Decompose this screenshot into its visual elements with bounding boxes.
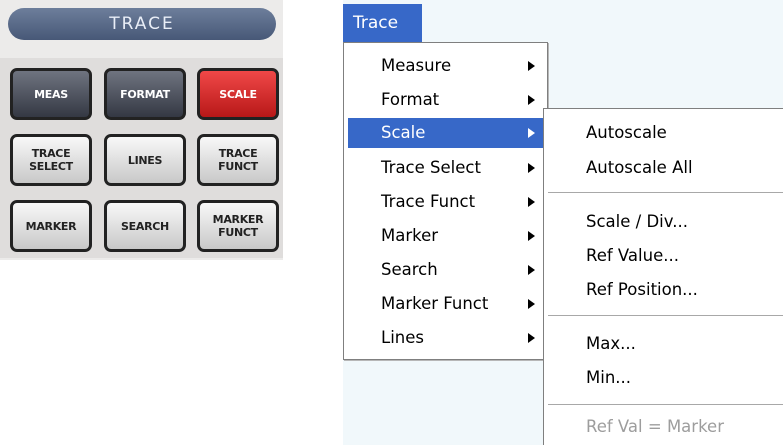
menu-item-max[interactable]: Max... [548,329,779,359]
menu-item-label: Lines [381,328,424,347]
menu-item-format[interactable]: Format [348,85,543,115]
trace-funct-key[interactable]: TRACE FUNCT [197,134,279,186]
scale-submenu: Autoscale Autoscale All Scale / Div... R… [543,108,783,445]
trace-key-grid: MEAS FORMAT SCALE TRACE SELECT LINES TRA… [0,58,283,258]
menu-item-label: Search [381,260,438,279]
menu-item-label: Marker Funct [381,294,489,313]
submenu-arrow-icon [528,333,535,343]
menu-item-scale-div[interactable]: Scale / Div... [548,207,779,237]
menu-item-marker[interactable]: Marker [348,221,543,251]
trace-menu: Measure Format Scale Trace Select Trace … [343,42,548,360]
menu-item-autoscale-all[interactable]: Autoscale All [548,153,779,183]
lines-key[interactable]: LINES [104,134,186,186]
menu-separator [548,404,783,406]
menu-separator [548,315,783,317]
menu-item-autoscale[interactable]: Autoscale [548,118,779,148]
menu-item-label: Trace Funct [381,192,476,211]
menu-item-trace-select[interactable]: Trace Select [348,153,543,183]
menu-item-label: Scale [381,123,426,142]
menu-item-ref-position[interactable]: Ref Position... [548,275,779,305]
meas-key[interactable]: MEAS [10,68,92,120]
submenu-arrow-icon [528,265,535,275]
trace-select-key[interactable]: TRACE SELECT [10,134,92,186]
menu-item-min[interactable]: Min... [548,363,779,393]
search-key[interactable]: SEARCH [104,200,186,252]
submenu-arrow-icon [528,128,535,138]
submenu-arrow-icon [528,95,535,105]
submenu-arrow-icon [528,163,535,173]
menu-item-trace-funct[interactable]: Trace Funct [348,187,543,217]
menu-item-label: Marker [381,226,439,245]
menu-item-label: Trace Select [381,158,481,177]
marker-key[interactable]: MARKER [10,200,92,252]
format-key[interactable]: FORMAT [104,68,186,120]
submenu-arrow-icon [528,197,535,207]
menu-separator [548,192,783,194]
menu-item-ref-val-marker: Ref Val = Marker [586,417,724,436]
menu-item-measure[interactable]: Measure [348,51,543,81]
menu-item-label: Format [381,90,440,109]
menu-item-scale[interactable]: Scale [348,118,543,148]
trace-panel-title: TRACE [8,8,276,40]
menu-item-lines[interactable]: Lines [348,323,543,353]
scale-key[interactable]: SCALE [197,68,279,120]
menu-item-label: Measure [381,56,452,75]
trace-key-panel: TRACE MEAS FORMAT SCALE TRACE SELECT LIN… [0,0,283,260]
submenu-arrow-icon [528,61,535,71]
menu-item-ref-value[interactable]: Ref Value... [548,241,779,271]
submenu-arrow-icon [528,299,535,309]
trace-menu-title[interactable]: Trace [343,4,422,42]
menu-item-marker-funct[interactable]: Marker Funct [348,289,543,319]
marker-funct-key[interactable]: MARKER FUNCT [197,200,279,252]
submenu-arrow-icon [528,231,535,241]
menu-item-search[interactable]: Search [348,255,543,285]
